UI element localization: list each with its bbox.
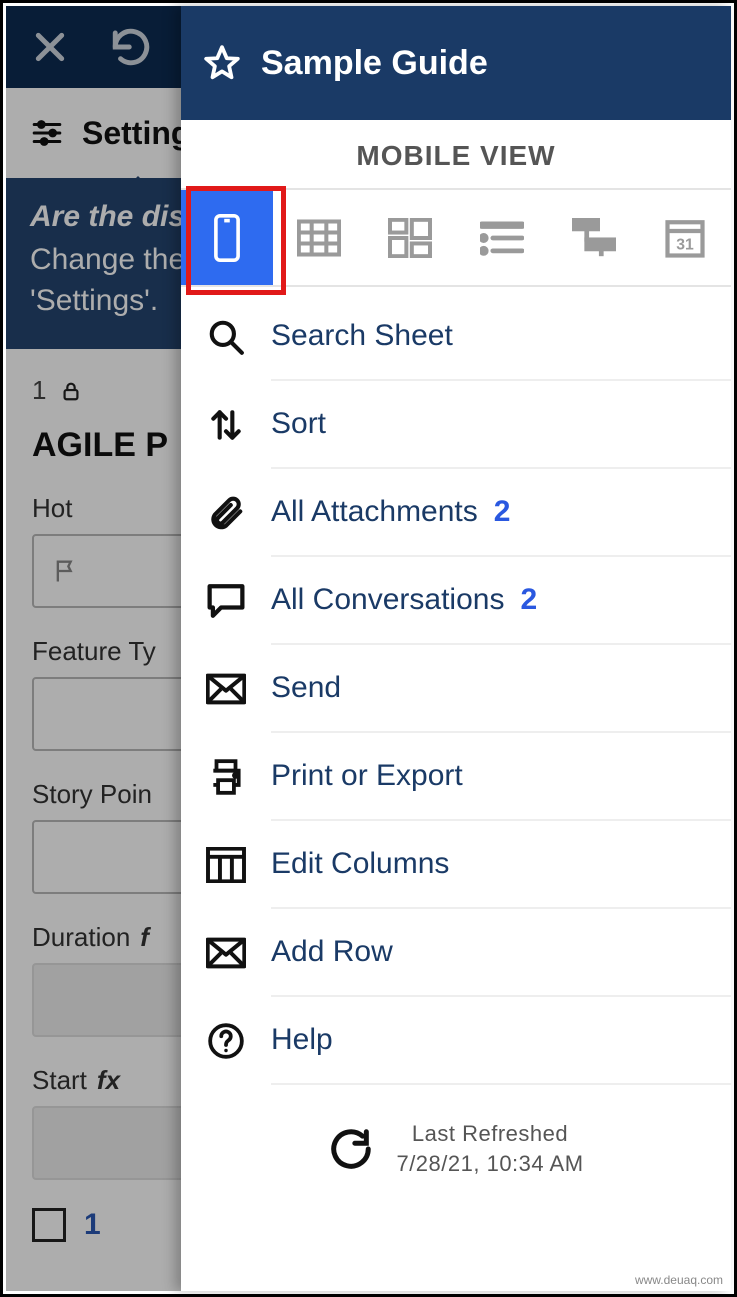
- flag-icon: [52, 556, 80, 586]
- close-icon[interactable]: [30, 27, 70, 67]
- star-icon[interactable]: [203, 44, 241, 82]
- view-label: MOBILE VIEW: [181, 120, 731, 188]
- view-tab-grid[interactable]: [273, 190, 365, 285]
- search-icon: [207, 318, 245, 356]
- view-tab-mobile[interactable]: [181, 190, 273, 285]
- attachment-icon: [207, 493, 245, 533]
- view-tab-list[interactable]: [456, 190, 548, 285]
- conversation-icon: [206, 583, 246, 619]
- fx-icon: fx: [97, 1065, 120, 1096]
- menu-label: Print or Export: [271, 759, 463, 793]
- panel-title: Sample Guide: [261, 44, 488, 83]
- sort-icon: [207, 405, 245, 445]
- menu-label: Add Row: [271, 935, 393, 969]
- refresh-text: Last Refreshed 7/28/21, 10:34 AM: [396, 1119, 583, 1178]
- print-icon: [206, 758, 246, 796]
- menu-item-columns[interactable]: Edit Columns: [181, 821, 731, 909]
- view-tab-calendar[interactable]: 31: [639, 190, 731, 285]
- panel-menu: Search Sheet Sort All Attachments 2 All …: [181, 287, 731, 1085]
- menu-label: Sort: [271, 407, 326, 441]
- side-panel: Sample Guide MOBILE VIEW 31 Search Sheet: [181, 6, 731, 1291]
- menu-label: Search Sheet: [271, 319, 453, 353]
- refresh-line2: 7/28/21, 10:34 AM: [396, 1149, 583, 1179]
- menu-label: Help: [271, 1023, 333, 1057]
- help-icon: [207, 1022, 245, 1060]
- refresh-line1: Last Refreshed: [396, 1119, 583, 1149]
- view-tab-card[interactable]: [364, 190, 456, 285]
- columns-icon: [206, 847, 246, 883]
- refresh-icon[interactable]: [328, 1126, 374, 1172]
- send-icon: [206, 673, 246, 705]
- menu-item-conversations[interactable]: All Conversations 2: [181, 557, 731, 645]
- menu-label: All Attachments: [271, 495, 478, 529]
- menu-item-help[interactable]: Help: [181, 997, 731, 1085]
- refresh-icon[interactable]: [110, 26, 152, 68]
- refresh-block[interactable]: Last Refreshed 7/28/21, 10:34 AM: [181, 1085, 731, 1178]
- attachments-count: 2: [494, 495, 511, 529]
- svg-text:31: 31: [676, 236, 694, 253]
- fx-icon: f: [140, 922, 149, 953]
- menu-label: Edit Columns: [271, 847, 449, 881]
- checkbox-icon[interactable]: [32, 1208, 66, 1242]
- menu-item-send[interactable]: Send: [181, 645, 731, 733]
- row-number: 1: [32, 375, 46, 406]
- watermark: www.deuaq.com: [632, 1272, 726, 1288]
- menu-item-search[interactable]: Search Sheet: [181, 293, 731, 381]
- conversations-count: 2: [520, 583, 537, 617]
- menu-label: Send: [271, 671, 341, 705]
- menu-item-print[interactable]: Print or Export: [181, 733, 731, 821]
- check-value: 1: [84, 1208, 101, 1242]
- addrow-icon: [206, 937, 246, 969]
- panel-header: Sample Guide: [181, 6, 731, 120]
- menu-item-sort[interactable]: Sort: [181, 381, 731, 469]
- lock-icon: [60, 378, 82, 404]
- menu-item-addrow[interactable]: Add Row: [181, 909, 731, 997]
- settings-caret-icon: [124, 176, 152, 190]
- menu-item-attachments[interactable]: All Attachments 2: [181, 469, 731, 557]
- view-tab-gantt[interactable]: [548, 190, 640, 285]
- settings-sliders-icon: [30, 116, 64, 150]
- view-tabs: 31: [181, 188, 731, 287]
- menu-label: All Conversations: [271, 583, 504, 617]
